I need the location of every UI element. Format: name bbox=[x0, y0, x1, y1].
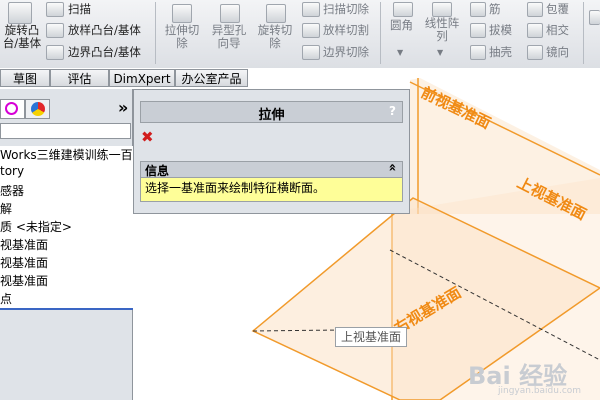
tree-item-front-plane[interactable]: 视基准面 bbox=[0, 236, 48, 253]
boundary-boss-button[interactable]: 边界凸台/基体 bbox=[68, 44, 141, 60]
swept-cut-icon bbox=[302, 2, 320, 17]
lofted-boss-icon bbox=[46, 23, 64, 38]
intersect-button[interactable]: 相交 bbox=[546, 22, 569, 38]
tab-evaluate[interactable]: 评估 bbox=[50, 69, 109, 87]
ribbon-separator bbox=[380, 2, 381, 64]
info-message: 选择一基准面来绘制特征横断面。 bbox=[140, 178, 403, 202]
linear-pattern-icon[interactable] bbox=[432, 2, 452, 17]
linear-pattern-dropdown-icon[interactable]: ▼ bbox=[437, 48, 443, 57]
tree-item-material[interactable]: 质 <未指定> bbox=[0, 218, 72, 235]
ribbon-separator bbox=[155, 2, 156, 64]
swept-cut-button[interactable]: 扫描切除 bbox=[323, 1, 369, 17]
lofted-boss-button[interactable]: 放样凸台/基体 bbox=[68, 22, 141, 38]
watermark: Bai 经验 jingyan.baidu.com bbox=[468, 356, 600, 396]
lofted-cut-button[interactable]: 放样切割 bbox=[323, 22, 369, 38]
wrap-button[interactable]: 包覆 bbox=[546, 1, 569, 17]
appearance-icon bbox=[31, 102, 45, 116]
extruded-cut-button[interactable]: 拉伸切 除 bbox=[160, 24, 204, 50]
mirror-icon bbox=[527, 45, 543, 60]
sweep-boss-button[interactable]: 扫描 bbox=[68, 1, 91, 17]
property-manager: 拉伸 ? ✖ 信息 « 选择一基准面来绘制特征横断面。 bbox=[133, 89, 410, 214]
plane-tooltip: 上视基准面 bbox=[335, 327, 408, 347]
wrap-icon bbox=[527, 2, 543, 17]
revolve-boss-button[interactable]: 旋转凸 台/基体 bbox=[2, 24, 42, 50]
tree-item-part[interactable]: Works三维建模训练一百七 bbox=[0, 146, 145, 163]
boundary-boss-icon bbox=[46, 45, 64, 60]
shell-button[interactable]: 抽壳 bbox=[489, 44, 512, 60]
info-section-header[interactable]: 信息 « bbox=[140, 161, 403, 178]
feature-tree: Works三维建模训练一百七 tory 感器 解 质 <未指定> 视基准面 视基… bbox=[0, 146, 145, 310]
linear-pattern-button[interactable]: 线性阵 列 bbox=[420, 17, 464, 43]
fillet-dropdown-icon[interactable]: ▼ bbox=[397, 48, 403, 57]
hole-wizard-icon[interactable] bbox=[220, 4, 240, 23]
draft-icon bbox=[470, 23, 486, 38]
feature-tree-tab[interactable] bbox=[0, 99, 25, 119]
property-manager-title: 拉伸 bbox=[258, 108, 285, 123]
command-manager-ribbon: 旋转凸 台/基体 扫描 放样凸台/基体 边界凸台/基体 拉伸切 除 异型孔 向导… bbox=[0, 0, 600, 69]
tree-filter-input[interactable] bbox=[0, 123, 131, 139]
collapse-panel-button[interactable]: » bbox=[118, 98, 128, 117]
lofted-cut-icon bbox=[302, 23, 320, 38]
tree-item-top-plane[interactable]: 视基准面 bbox=[0, 254, 48, 271]
hole-wizard-button[interactable]: 异型孔 向导 bbox=[206, 24, 252, 50]
more-icon[interactable] bbox=[589, 10, 600, 25]
graphics-area-upper bbox=[410, 68, 600, 214]
property-manager-header: 拉伸 ? bbox=[140, 101, 403, 123]
boundary-cut-button[interactable]: 边界切除 bbox=[323, 44, 369, 60]
draft-button[interactable]: 拔模 bbox=[489, 22, 512, 38]
tab-sketch[interactable]: 草图 bbox=[0, 69, 50, 87]
boundary-cut-icon bbox=[302, 45, 320, 60]
shell-icon bbox=[470, 45, 486, 60]
intersect-icon bbox=[527, 23, 543, 38]
revolved-cut-button[interactable]: 旋转切 除 bbox=[253, 24, 297, 50]
tree-item-right-plane[interactable]: 视基准面 bbox=[0, 272, 48, 289]
tab-dimxpert[interactable]: DimXpert bbox=[109, 69, 175, 87]
tree-item-sensors[interactable]: 感器 bbox=[0, 182, 24, 199]
rib-button[interactable]: 筋 bbox=[489, 1, 501, 17]
extruded-cut-icon[interactable] bbox=[172, 4, 192, 23]
cancel-button[interactable]: ✖ bbox=[141, 128, 154, 146]
watermark-url: jingyan.baidu.com bbox=[498, 386, 582, 396]
info-section-title: 信息 bbox=[145, 164, 170, 178]
revolve-boss-icon[interactable] bbox=[8, 2, 32, 24]
ribbon-separator bbox=[583, 2, 584, 64]
revolved-cut-icon[interactable] bbox=[266, 4, 286, 23]
tree-item-origin[interactable]: 点 bbox=[0, 290, 12, 307]
tree-item-history[interactable]: tory bbox=[0, 164, 24, 178]
tree-item-annotations[interactable]: 解 bbox=[0, 200, 12, 217]
scan-icon bbox=[46, 2, 64, 17]
mirror-button[interactable]: 镜向 bbox=[546, 44, 569, 60]
tree-bottom-border bbox=[0, 308, 133, 310]
fillet-button[interactable]: 圆角 bbox=[390, 17, 413, 33]
appearance-tab[interactable] bbox=[25, 99, 50, 119]
rib-icon bbox=[470, 2, 486, 17]
chevron-up-icon[interactable]: « bbox=[384, 163, 399, 171]
tab-office-products[interactable]: 办公室产品 bbox=[175, 69, 248, 87]
crosshair-icon bbox=[5, 102, 18, 115]
fillet-icon[interactable] bbox=[393, 2, 413, 17]
help-icon[interactable]: ? bbox=[389, 104, 396, 118]
